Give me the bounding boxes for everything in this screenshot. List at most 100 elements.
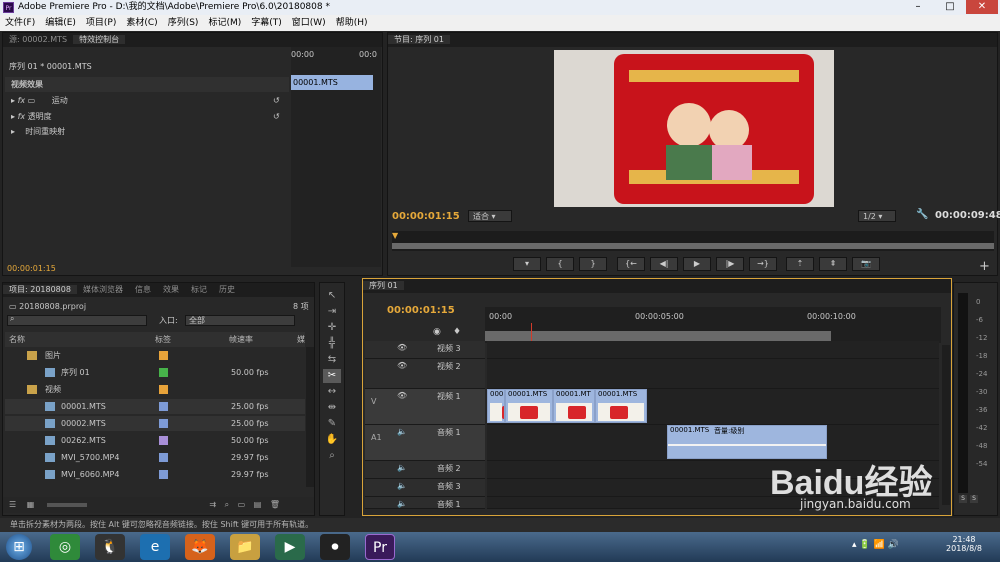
zoom-slider[interactable] xyxy=(46,502,87,507)
start-button[interactable]: ⊞ xyxy=(6,534,32,560)
automate-icon[interactable]: ⇉ xyxy=(209,500,216,509)
video-clip[interactable]: 00001.MT xyxy=(553,389,595,423)
app-premiere-icon[interactable]: Pr xyxy=(365,534,395,560)
new-item-icon[interactable]: ▤ xyxy=(254,500,262,509)
project-scrollbar[interactable] xyxy=(306,347,314,487)
menu-sequence[interactable]: 序列(S) xyxy=(163,15,204,31)
work-area-bar[interactable] xyxy=(485,331,831,341)
clip-bar[interactable]: 00001.MTS xyxy=(291,75,373,90)
menu-file[interactable]: 文件(F) xyxy=(0,15,40,31)
track-target-label[interactable]: V xyxy=(371,397,376,406)
step-back-button[interactable]: ◀| xyxy=(650,257,678,271)
list-item[interactable]: MVI_5700.MP4 29.97 fps xyxy=(5,450,305,465)
track-select-icon[interactable]: ⇥ xyxy=(323,305,341,319)
video-clip[interactable]: 00001.MTS xyxy=(505,389,553,423)
effect-time-remap[interactable]: ▸ 时间重映射 xyxy=(11,124,289,139)
search-input[interactable]: ⌕ xyxy=(7,314,147,326)
track-header[interactable]: A1 🔈 音频 1 xyxy=(365,425,485,461)
add-marker-button[interactable]: ▾ xyxy=(513,257,541,271)
zoom-tool-icon[interactable]: ⌕ xyxy=(323,449,341,463)
list-item[interactable]: 00262.MTS 50.00 fps xyxy=(5,433,305,448)
tab-program[interactable]: 节目: 序列 01 xyxy=(388,35,450,44)
label-swatch[interactable] xyxy=(159,470,168,479)
pen-tool-icon[interactable]: ✎ xyxy=(323,417,341,431)
column-fps[interactable]: 帧速率 xyxy=(229,332,253,347)
export-frame-button[interactable]: 📷 xyxy=(852,257,880,271)
tab-sequence[interactable]: 序列 01 xyxy=(363,281,404,290)
app-browser-icon[interactable]: e xyxy=(140,534,170,560)
menu-clip[interactable]: 素材(C) xyxy=(121,15,162,31)
list-item[interactable]: 00002.MTS 25.00 fps xyxy=(5,416,305,431)
track-target-label[interactable]: A1 xyxy=(371,433,382,442)
volume-line[interactable] xyxy=(668,444,826,446)
tab-effects[interactable]: 效果 xyxy=(157,285,185,294)
track-header[interactable]: 🔈 音频 3 xyxy=(365,479,485,497)
track-lane[interactable] xyxy=(487,341,939,359)
label-swatch[interactable] xyxy=(159,453,168,462)
audio-clip[interactable]: 00001.MTS 音量:级别 xyxy=(667,425,827,459)
label-swatch[interactable] xyxy=(159,351,168,360)
speaker-icon[interactable]: 🔈 xyxy=(397,427,407,436)
go-to-out-button[interactable]: →} xyxy=(749,257,777,271)
list-item[interactable]: 视频 xyxy=(5,382,305,397)
list-item[interactable]: 图片 xyxy=(5,348,305,363)
speaker-icon[interactable]: 🔈 xyxy=(397,481,407,490)
column-name[interactable]: 名称 xyxy=(9,332,25,347)
fit-dropdown[interactable]: 适合 ▾ xyxy=(468,210,512,222)
icon-view-icon[interactable]: ▦ xyxy=(27,500,35,509)
speaker-icon[interactable]: 🔈 xyxy=(397,463,407,472)
speaker-icon[interactable]: 🔈 xyxy=(397,499,407,508)
mark-out-button[interactable]: } xyxy=(579,257,607,271)
mark-in-button[interactable]: { xyxy=(546,257,574,271)
program-scrubber[interactable]: ▼ xyxy=(392,231,994,251)
delete-icon[interactable]: 🗑 xyxy=(270,500,280,509)
label-swatch[interactable] xyxy=(159,402,168,411)
menu-edit[interactable]: 编辑(E) xyxy=(40,15,81,31)
find-icon[interactable]: ⌕ xyxy=(225,500,229,509)
list-item[interactable]: MVI_6060.MP4 29.97 fps xyxy=(5,467,305,482)
close-button[interactable]: ✕ xyxy=(966,0,998,14)
new-bin-icon[interactable]: ▭ xyxy=(238,500,246,509)
label-swatch[interactable] xyxy=(159,385,168,394)
app-firefox-icon[interactable]: 🦊 xyxy=(185,534,215,560)
in-point-dropdown[interactable]: 全部 xyxy=(185,315,295,326)
slide-tool-icon[interactable]: ⇹ xyxy=(323,401,341,415)
track-lane[interactable] xyxy=(487,359,939,389)
list-view-icon[interactable]: ☰ xyxy=(9,500,16,509)
selection-tool-icon[interactable]: ↖ xyxy=(323,289,341,303)
tab-effect-controls[interactable]: 特效控制台 xyxy=(73,35,126,44)
track-header[interactable]: V 👁 视频 1 xyxy=(365,389,485,425)
hand-tool-icon[interactable]: ✋ xyxy=(323,433,341,447)
tab-markers[interactable]: 标记 xyxy=(185,285,213,294)
play-button[interactable]: ▶ xyxy=(683,257,711,271)
app-360-icon[interactable]: ◎ xyxy=(50,534,80,560)
column-media[interactable]: 媒 xyxy=(297,332,305,347)
go-to-in-button[interactable]: {← xyxy=(617,257,645,271)
effect-motion[interactable]: ▸ fx ▭ 运动 ↺ xyxy=(11,93,289,108)
effect-opacity[interactable]: ▸ fx 透明度 ↺ xyxy=(11,109,289,124)
timeline-scrollbar[interactable] xyxy=(942,345,950,505)
label-swatch[interactable] xyxy=(159,419,168,428)
eye-icon[interactable]: 👁 xyxy=(397,391,407,400)
timeline-ruler[interactable]: 00:00 00:00:05:00 00:00:10:00 xyxy=(485,307,941,343)
list-item[interactable]: 序列 01 50.00 fps xyxy=(5,365,305,380)
app-explorer-icon[interactable]: 📁 xyxy=(230,534,260,560)
tab-history[interactable]: 历史 xyxy=(213,285,241,294)
label-swatch[interactable] xyxy=(159,436,168,445)
razor-tool-icon[interactable]: ✂ xyxy=(323,369,341,383)
lift-button[interactable]: ⇡ xyxy=(786,257,814,271)
menu-project[interactable]: 项目(P) xyxy=(81,15,121,31)
track-header[interactable]: 🔈 音频 2 xyxy=(365,461,485,479)
eye-icon[interactable]: 👁 xyxy=(397,361,407,370)
ripple-edit-icon[interactable]: ✛ xyxy=(323,321,341,335)
list-item[interactable]: 00001.MTS 25.00 fps xyxy=(5,399,305,414)
label-swatch[interactable] xyxy=(159,368,168,377)
video-clip[interactable]: 000 xyxy=(487,389,505,423)
volume-level-dropdown[interactable]: 音量:级别 xyxy=(714,426,744,436)
maximize-button[interactable]: □ xyxy=(935,0,965,14)
minimize-button[interactable]: – xyxy=(903,0,933,14)
app-qq-icon[interactable]: 🐧 xyxy=(95,534,125,560)
track-header[interactable]: 🔈 音频 1 xyxy=(365,497,485,509)
rolling-edit-icon[interactable]: ╬ xyxy=(323,337,341,351)
menu-help[interactable]: 帮助(H) xyxy=(331,15,373,31)
